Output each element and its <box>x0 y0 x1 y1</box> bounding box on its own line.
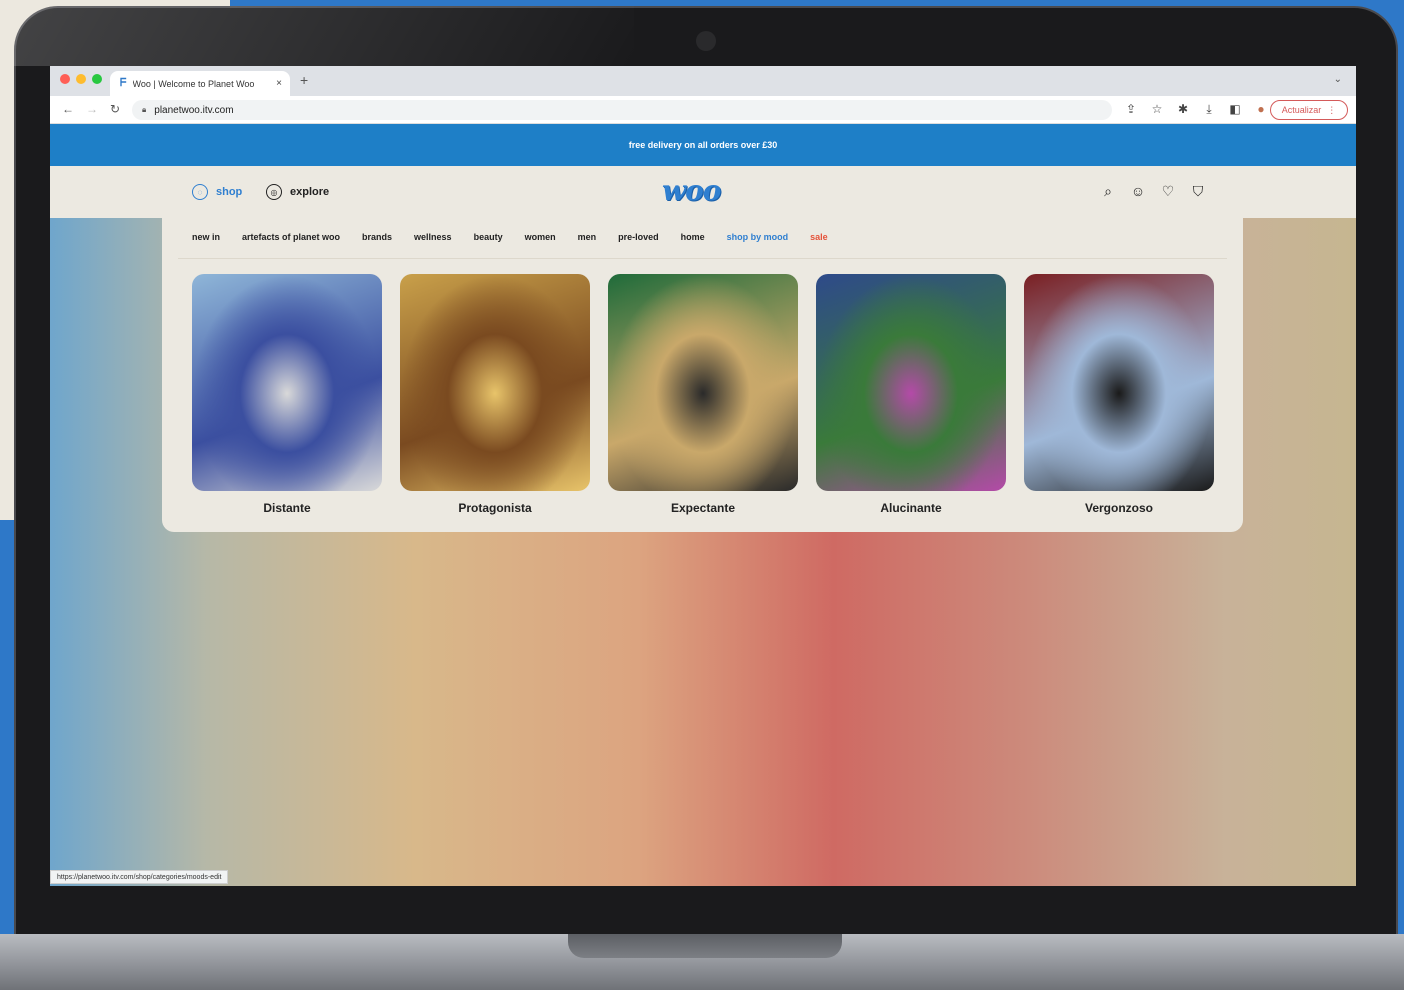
mood-label[interactable]: Vergonzoso <box>1024 501 1214 515</box>
lock-icon: 🔒︎ <box>142 105 147 114</box>
category-item[interactable]: home <box>681 232 705 242</box>
category-item[interactable]: wellness <box>414 232 452 242</box>
shop-icon: ◌ <box>192 184 208 200</box>
mood-label[interactable]: Expectante <box>608 501 798 515</box>
category-item[interactable]: shop by mood <box>727 232 789 242</box>
reload-icon[interactable]: ↻ <box>110 102 120 116</box>
browser-tabstrip: ᖴ Woo | Welcome to Planet Woo × + ⌄ <box>50 66 1356 96</box>
mood-image[interactable] <box>1024 274 1214 491</box>
mood-image[interactable] <box>400 274 590 491</box>
tab-search-chevron-icon[interactable]: ⌄ <box>1334 74 1342 85</box>
mood-cards: Distante Protagonista Expectante Alucinante… <box>192 274 1214 515</box>
site-header: ◌ shop ◎ explore woo ⌕ ☺ ♡ ⛉ <box>50 166 1356 218</box>
category-divider <box>178 258 1227 259</box>
mood-card[interactable]: Vergonzoso <box>1024 274 1214 515</box>
toolbar-icons: ⇪ ☆ ✱ ⤓ ◧ ● <box>1124 102 1268 117</box>
menu-dots-icon: ⋮ <box>1327 104 1337 115</box>
mood-card[interactable]: Distante <box>192 274 382 515</box>
search-icon[interactable]: ⌕ <box>1100 183 1116 200</box>
mood-card[interactable]: Alucinante <box>816 274 1006 515</box>
nav-explore[interactable]: ◎ explore <box>266 184 329 200</box>
browser-toolbar: ← → ↻ 🔒︎ planetwoo.itv.com ⇪ ☆ ✱ ⤓ ◧ ● A… <box>50 96 1356 124</box>
wishlist-icon[interactable]: ♡ <box>1160 183 1176 200</box>
category-item[interactable]: pre-loved <box>618 232 659 242</box>
sidepanel-icon[interactable]: ◧ <box>1228 102 1242 117</box>
back-icon[interactable]: ← <box>62 102 74 116</box>
update-button-label: Actualizar <box>1281 105 1322 115</box>
nav-explore-label: explore <box>290 186 330 198</box>
extensions-icon[interactable]: ✱ <box>1176 102 1190 117</box>
site-logo[interactable]: woo <box>662 174 721 207</box>
forward-icon[interactable]: → <box>86 102 98 116</box>
category-nav: new in artefacts of planet woo brands welln… <box>192 232 828 242</box>
address-bar[interactable]: 🔒︎ planetwoo.itv.com <box>132 100 1112 120</box>
header-icons: ⌕ ☺ ♡ ⛉ <box>1100 183 1206 200</box>
promo-banner: free delivery on all orders over £30 <box>50 124 1356 166</box>
account-icon[interactable]: ☺ <box>1130 183 1146 200</box>
tab-title: Woo | Welcome to Planet Woo <box>132 78 255 89</box>
mood-label[interactable]: Alucinante <box>816 501 1006 515</box>
tab-close-icon[interactable]: × <box>276 78 282 89</box>
webcam <box>696 31 716 51</box>
category-item[interactable]: women <box>525 232 556 242</box>
category-item[interactable]: brands <box>362 232 392 242</box>
category-item[interactable]: artefacts of planet woo <box>242 232 340 242</box>
share-icon[interactable]: ⇪ <box>1124 102 1138 117</box>
favicon-icon: ᖴ <box>120 77 127 89</box>
window-maximize-dot[interactable] <box>92 74 102 84</box>
mood-image[interactable] <box>608 274 798 491</box>
star-icon[interactable]: ☆ <box>1150 102 1164 117</box>
category-item[interactable]: beauty <box>474 232 503 242</box>
mood-label[interactable]: Distante <box>192 501 382 515</box>
nav-shop[interactable]: ◌ shop <box>192 184 242 200</box>
lid-reflection <box>14 6 634 66</box>
window-minimize-dot[interactable] <box>76 74 86 84</box>
explore-icon: ◎ <box>266 184 282 200</box>
window-close-dot[interactable] <box>60 74 70 84</box>
nav-shop-label: shop <box>216 186 243 198</box>
status-bar: https://planetwoo.itv.com/shop/categorie… <box>50 870 229 884</box>
laptop-screen: ᖴ Woo | Welcome to Planet Woo × + ⌄ ← → … <box>50 66 1356 886</box>
category-item[interactable]: men <box>578 232 597 242</box>
mega-menu-panel: new in artefacts of planet woo brands welln… <box>162 218 1243 532</box>
update-button[interactable]: Actualizar ⋮ <box>1270 100 1348 120</box>
mood-label[interactable]: Protagonista <box>400 501 590 515</box>
basket-icon[interactable]: ⛉ <box>1190 183 1206 200</box>
mood-card[interactable]: Expectante <box>608 274 798 515</box>
category-item[interactable]: sale <box>810 232 828 242</box>
category-item[interactable]: new in <box>192 232 220 242</box>
laptop-notch <box>568 934 842 958</box>
web-page: free delivery on all orders over £30 ◌ s… <box>50 124 1356 886</box>
download-icon[interactable]: ⤓ <box>1202 102 1216 117</box>
new-tab-button[interactable]: + <box>300 72 308 88</box>
mood-image[interactable] <box>192 274 382 491</box>
url-text: planetwoo.itv.com <box>154 104 234 116</box>
mood-image[interactable] <box>816 274 1006 491</box>
mood-card[interactable]: Protagonista <box>400 274 590 515</box>
browser-tab[interactable]: ᖴ Woo | Welcome to Planet Woo × <box>110 71 290 96</box>
profile-icon[interactable]: ● <box>1254 102 1268 117</box>
